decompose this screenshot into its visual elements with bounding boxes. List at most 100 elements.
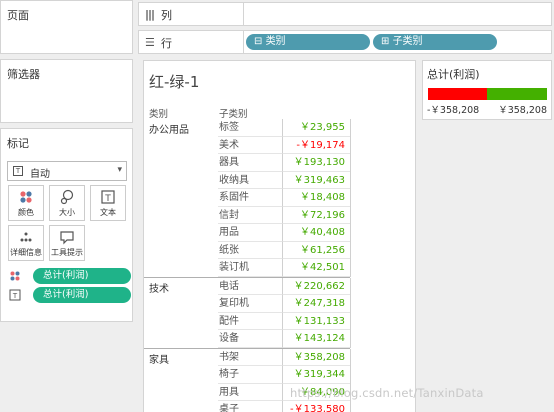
table-row[interactable]: 装订机 ￥42,501: [144, 259, 354, 277]
color-button[interactable]: 颜色: [8, 185, 44, 221]
subcategory-cell: 电话: [218, 278, 282, 295]
expand-icon: ⊞: [381, 36, 393, 47]
filters-panel-title: 筛选器: [7, 68, 40, 81]
subcategory-cell: 用品: [218, 224, 282, 242]
detail-button-label: 详细信息: [10, 248, 42, 257]
pages-panel-title: 页面: [7, 9, 29, 22]
legend-title: 总计(利润): [427, 68, 480, 81]
marks-panel-title: 标记: [7, 137, 29, 150]
category-row-pill[interactable]: ⊟ 类别: [246, 34, 370, 50]
table-row[interactable]: 配件 ￥131,133: [144, 312, 354, 330]
profit-value-cell: ￥18,408: [282, 189, 350, 207]
tooltip-button[interactable]: 工具提示: [49, 225, 85, 261]
size-button[interactable]: 大小: [49, 185, 85, 221]
columns-shelf[interactable]: ||| 列: [138, 2, 552, 26]
legend-min-label: -￥358,208: [427, 105, 480, 116]
text-button-label: 文本: [100, 208, 116, 217]
table-row[interactable]: 器具 ￥193,130: [144, 154, 354, 172]
legend-positive-segment: [487, 88, 547, 100]
table-row[interactable]: 桌子 -￥133,580: [144, 401, 354, 412]
cell-border: [350, 119, 351, 277]
rows-shelf[interactable]: ☰ 行 ⊟ 类别 ⊞ 子类别: [138, 30, 552, 54]
category-header[interactable]: 类别: [149, 106, 168, 120]
detail-dots-icon: [9, 229, 43, 245]
mark-type-dropdown[interactable]: T 自动 ▾: [7, 161, 127, 181]
profit-value-cell: ￥23,955: [282, 119, 350, 137]
size-button-label: 大小: [59, 208, 75, 217]
table-row[interactable]: 用品 ￥40,408: [144, 224, 354, 242]
size-icon: [50, 189, 84, 205]
subcategory-cell: 书架: [218, 349, 282, 366]
table-row[interactable]: 美术 -￥19,174: [144, 136, 354, 154]
detail-button[interactable]: 详细信息: [8, 225, 44, 261]
tooltip-button-label: 工具提示: [51, 248, 83, 257]
subcategory-cell: 复印机: [218, 295, 282, 313]
profit-value-cell: ￥72,196: [282, 206, 350, 224]
svg-text:T: T: [104, 194, 111, 204]
collapse-icon: ⊟: [254, 36, 266, 47]
color-button-label: 颜色: [18, 208, 34, 217]
table-row[interactable]: 复印机 ￥247,318: [144, 295, 354, 313]
rows-shelf-label: ☰ 行: [139, 31, 244, 53]
table-row[interactable]: 收纳具 ￥319,463: [144, 171, 354, 189]
legend-gradient: [428, 88, 547, 100]
subcategory-cell: 椅子: [218, 366, 282, 384]
profit-value-cell: ￥40,408: [282, 224, 350, 242]
profit-value-cell: ￥319,463: [282, 171, 350, 189]
profit-value-cell: -￥133,580: [282, 401, 350, 412]
legend-max-label: ￥358,208: [498, 105, 547, 116]
subcategory-pill-label: 子类别: [392, 36, 423, 47]
filters-panel[interactable]: 筛选器: [0, 59, 133, 123]
color-dots-icon: [9, 270, 21, 282]
text-button[interactable]: T 文本: [90, 185, 126, 221]
text-field-pill[interactable]: 总计(利润): [33, 287, 131, 303]
color-field-pill[interactable]: 总计(利润): [33, 268, 131, 284]
worksheet-view: 红-绿-1 类别 子类别 办公用品 标签 ￥23,955 美术 -￥19,174 器具 ￥1…: [143, 60, 416, 412]
profit-value-cell: ￥143,124: [282, 330, 350, 348]
text-icon: T: [91, 189, 125, 205]
legend-negative-segment: [428, 88, 487, 100]
watermark: https://blog.csdn.net/TanxinData: [290, 386, 484, 400]
cell-border: [350, 348, 351, 412]
table-row[interactable]: 设备 ￥143,124: [144, 330, 354, 348]
color-dots-icon: [9, 189, 43, 205]
profit-value-cell: ￥319,344: [282, 366, 350, 384]
profit-value-cell: ￥247,318: [282, 295, 350, 313]
subcategory-cell: 系固件: [218, 189, 282, 207]
table-row[interactable]: 椅子 ￥319,344: [144, 366, 354, 384]
table-row[interactable]: 电话 ￥220,662: [144, 277, 354, 295]
table-row[interactable]: 信封 ￥72,196: [144, 206, 354, 224]
subcategory-cell: 纸张: [218, 242, 282, 259]
text-mark-icon: T: [13, 166, 23, 176]
table-row[interactable]: 书架 ￥358,208: [144, 348, 354, 366]
subcategory-cell: 美术: [218, 137, 282, 154]
profit-value-cell: ￥42,501: [282, 259, 350, 277]
profit-value-cell: ￥61,256: [282, 241, 350, 259]
subcategory-header[interactable]: 子类别: [219, 106, 248, 120]
table-row[interactable]: 系固件 ￥18,408: [144, 189, 354, 207]
view-title: 红-绿-1: [149, 73, 200, 91]
subcategory-cell: 收纳具: [218, 172, 282, 189]
subcategory-cell: 配件: [218, 313, 282, 330]
subcategory-cell: 标签: [218, 119, 282, 137]
rows-label-text: 行: [161, 37, 172, 50]
category-pill-label: 类别: [265, 36, 286, 47]
profit-value-cell: -￥19,174: [282, 136, 350, 154]
subcategory-cell: 设备: [218, 330, 282, 348]
tooltip-icon: [50, 229, 84, 245]
marks-panel: 标记 T 自动 ▾ 颜色 大小 T 文本 详细信息 工具提示 总计(利润) T …: [0, 128, 133, 322]
table-row[interactable]: 纸张 ￥61,256: [144, 241, 354, 259]
profit-value-cell: ￥131,133: [282, 312, 350, 330]
mark-type-label: 自动: [30, 169, 50, 180]
subcategory-row-pill[interactable]: ⊞ 子类别: [373, 34, 497, 50]
subcategory-cell: 桌子: [218, 401, 282, 412]
pages-panel[interactable]: 页面: [0, 0, 133, 54]
table-row[interactable]: 标签 ￥23,955: [144, 119, 354, 137]
subcategory-cell: 装订机: [218, 259, 282, 277]
svg-text:T: T: [12, 292, 18, 300]
subcategory-cell: 器具: [218, 154, 282, 172]
color-legend[interactable]: 总计(利润) -￥358,208 ￥358,208: [422, 60, 552, 120]
columns-label-text: 列: [161, 9, 172, 22]
text-icon: T: [9, 289, 21, 301]
rows-icon: ☰: [145, 36, 155, 49]
